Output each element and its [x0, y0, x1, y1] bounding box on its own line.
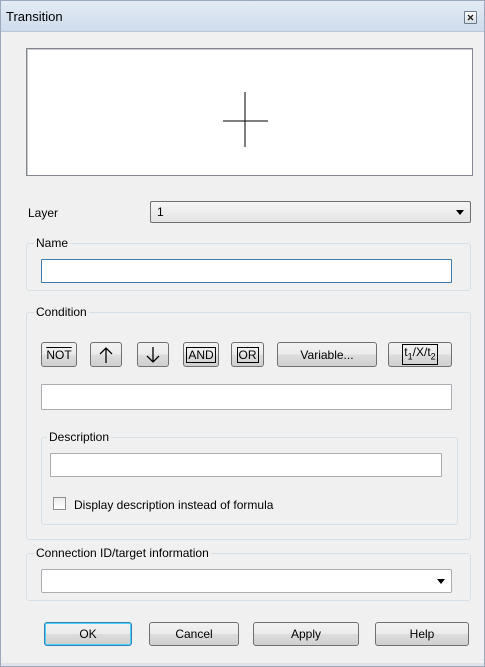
not-button[interactable]: NOT [41, 342, 77, 367]
description-group-title: Description [47, 430, 112, 444]
name-input[interactable] [41, 259, 452, 283]
name-group-title: Name [34, 236, 71, 250]
title-bar: Transition [1, 1, 484, 32]
chevron-down-icon [437, 579, 445, 584]
rising-edge-button[interactable] [90, 342, 122, 367]
transition-preview [26, 48, 473, 176]
timer-label: t1/X/t2 [402, 344, 438, 365]
connection-select[interactable] [41, 569, 452, 593]
layer-label: Layer [28, 206, 59, 220]
window-bottom-edge [1, 663, 484, 666]
description-input[interactable] [50, 453, 442, 477]
arrow-down-icon [146, 346, 160, 363]
display-description-label: Display description instead of formula [74, 498, 274, 512]
close-button[interactable] [464, 11, 477, 24]
layer-value: 1 [157, 205, 164, 219]
variable-button[interactable]: Variable... [277, 342, 377, 367]
and-button[interactable]: AND [183, 342, 219, 367]
falling-edge-button[interactable] [137, 342, 169, 367]
display-description-checkbox[interactable] [53, 497, 66, 510]
help-button[interactable]: Help [375, 622, 469, 646]
layer-select[interactable]: 1 [150, 201, 471, 223]
arrow-up-icon [99, 346, 113, 363]
transition-dialog: Transition Layer 1 Name Condition NOT AN… [0, 0, 485, 667]
condition-group-title: Condition [34, 305, 89, 319]
apply-button[interactable]: Apply [253, 622, 359, 646]
connection-group-title: Connection ID/target information [34, 546, 211, 560]
or-button[interactable]: OR [231, 342, 264, 367]
ok-button[interactable]: OK [44, 622, 132, 646]
timer-button[interactable]: t1/X/t2 [388, 342, 452, 367]
transition-cross-icon [223, 92, 268, 147]
condition-formula-input[interactable] [41, 384, 452, 410]
close-icon [467, 14, 474, 21]
window-title: Transition [6, 9, 63, 24]
chevron-down-icon [456, 210, 464, 215]
cancel-button[interactable]: Cancel [149, 622, 239, 646]
